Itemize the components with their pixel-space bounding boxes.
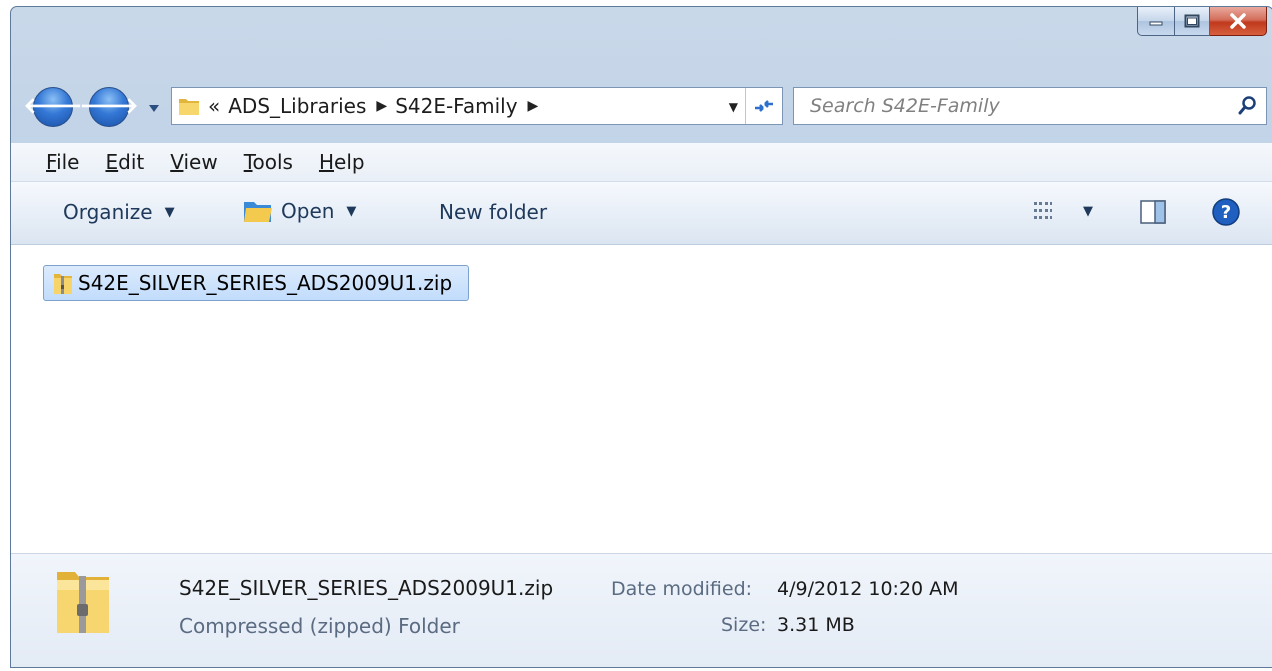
detail-file-type: Compressed (zipped) Folder <box>179 614 460 638</box>
detail-date-label: Date modified: <box>611 578 753 600</box>
breadcrumb-separator-icon[interactable]: ▶ <box>528 98 539 114</box>
preview-pane-icon[interactable] <box>1139 198 1167 226</box>
breadcrumb-item[interactable]: S42E-Family <box>395 94 517 118</box>
maximize-button[interactable] <box>1175 7 1210 36</box>
file-item[interactable]: S42E_SILVER_SERIES_ADS2009U1.zip <box>43 265 469 301</box>
menu-view[interactable]: View <box>157 150 230 174</box>
navigation-row: 🡐 🡒 « ADS_Libraries ▶ S42E-Family ▶ ▼ <box>11 83 1272 127</box>
file-name: S42E_SILVER_SERIES_ADS2009U1.zip <box>78 271 453 295</box>
search-icon[interactable] <box>1238 95 1258 115</box>
back-arrow-icon: 🡐 <box>23 94 83 119</box>
chevron-down-icon: ▼ <box>164 204 175 220</box>
open-folder-icon <box>244 202 272 222</box>
close-icon <box>1230 13 1246 29</box>
close-button[interactable] <box>1210 7 1267 36</box>
views-icon[interactable] <box>1033 200 1053 222</box>
search-box[interactable] <box>793 87 1267 125</box>
maximize-icon <box>1184 14 1200 28</box>
forward-arrow-icon: 🡒 <box>79 94 139 119</box>
open-label: Open <box>281 199 335 223</box>
breadcrumb-separator-icon[interactable]: ▶ <box>376 98 387 114</box>
detail-date-value: 4/9/2012 10:20 AM <box>777 578 959 600</box>
menu-bar: File Edit View Tools Help <box>11 143 1272 182</box>
menu-help[interactable]: Help <box>306 150 378 174</box>
back-button[interactable]: 🡐 <box>24 87 83 127</box>
explorer-window: 🡐 🡒 « ADS_Libraries ▶ S42E-Family ▶ ▼ Se… <box>10 6 1272 668</box>
open-button[interactable]: Open ▼ <box>243 198 356 224</box>
help-icon[interactable]: ? <box>1211 197 1241 227</box>
new-folder-label: New folder <box>439 200 548 224</box>
menu-edit[interactable]: Edit <box>92 150 157 174</box>
address-bar[interactable]: « ADS_Libraries ▶ S42E-Family ▶ ▼ <box>171 87 783 125</box>
menu-tools[interactable]: Tools <box>231 150 306 174</box>
refresh-button[interactable] <box>745 88 782 124</box>
minimize-button[interactable] <box>1137 7 1175 36</box>
detail-file-name: S42E_SILVER_SERIES_ADS2009U1.zip <box>179 576 554 600</box>
svg-text:?: ? <box>1221 202 1231 223</box>
organize-button[interactable]: Organize ▼ <box>63 200 175 224</box>
organize-label: Organize <box>63 200 153 224</box>
forward-button[interactable]: 🡒 <box>80 87 139 127</box>
caption-controls <box>1137 7 1267 37</box>
chevron-down-icon: ▼ <box>346 203 357 219</box>
refresh-icon <box>755 100 773 112</box>
search-input[interactable] <box>808 94 1212 118</box>
zip-folder-large-icon <box>57 572 109 633</box>
details-pane: S42E_SILVER_SERIES_ADS2009U1.zip Compres… <box>11 553 1272 667</box>
minimize-icon <box>1149 21 1163 26</box>
new-folder-button[interactable]: New folder <box>439 200 547 224</box>
recent-pages-dropdown-icon[interactable] <box>147 101 161 115</box>
views-dropdown-icon[interactable]: ▼ <box>1083 204 1093 219</box>
command-bar: Organize ▼ Open ▼ New folder ▼ ? <box>11 182 1272 245</box>
menu-file[interactable]: File <box>33 150 92 174</box>
detail-size-value: 3.31 MB <box>777 614 855 636</box>
breadcrumb-overflow[interactable]: « <box>208 94 220 118</box>
file-list: S42E_SILVER_SERIES_ADS2009U1.zip <box>11 245 1272 553</box>
breadcrumb-item[interactable]: ADS_Libraries <box>228 94 366 118</box>
address-dropdown-icon[interactable]: ▼ <box>729 100 738 114</box>
zip-folder-icon <box>54 274 72 294</box>
folder-icon <box>179 99 199 115</box>
detail-size-label: Size: <box>721 614 767 636</box>
